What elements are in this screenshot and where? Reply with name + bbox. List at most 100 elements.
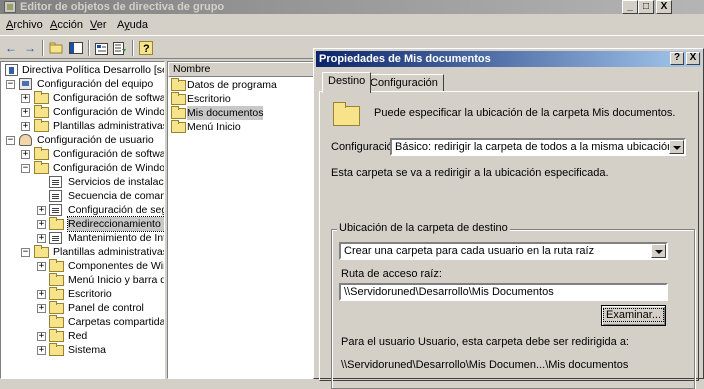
expand-icon[interactable]: + (21, 108, 30, 117)
gpedit-icon (4, 1, 16, 13)
location-select[interactable]: Crear una carpeta para cada usuario en l… (339, 242, 668, 260)
policy-tree: Directiva Política Desarrollo [servido −… (0, 61, 165, 379)
up-folder-icon[interactable] (48, 40, 64, 56)
properties-dialog: Propiedades de Mis documentos ? X Destin… (313, 48, 704, 389)
expand-icon[interactable]: + (21, 94, 30, 103)
group-title: Ubicación de la carpeta de destino (337, 222, 510, 234)
tree-item-start-menu-taskbar[interactable]: Menú Inicio y barra de (49, 273, 164, 287)
folder-icon (333, 102, 360, 126)
description-text: Puede especificar la ubicación de la car… (374, 107, 676, 119)
expand-icon[interactable]: + (37, 290, 46, 299)
list-item[interactable]: Datos de programa (170, 78, 310, 92)
expand-icon[interactable]: + (37, 346, 46, 355)
tree-item-network[interactable]: + Red (37, 329, 164, 343)
computer-icon (19, 78, 32, 90)
expand-icon[interactable]: + (37, 332, 46, 341)
help-button[interactable]: ? (670, 52, 684, 65)
tree-item-system[interactable]: + Sistema (37, 343, 164, 357)
document-icon (49, 190, 62, 202)
tree-item-admin-templates[interactable]: + Plantillas administrativas (21, 119, 164, 133)
tree-item-software-settings[interactable]: + Configuración de software (21, 91, 164, 105)
tree-item-security-settings[interactable]: + Configuración de segur (37, 203, 164, 217)
toolbar-separator (42, 40, 44, 56)
details-list: Nombre Datos de programa Escritorio Mis … (167, 61, 314, 379)
expand-icon[interactable]: + (37, 234, 46, 243)
root-path-input[interactable]: \\Servidoruned\Desarrollo\Mis Documentos (339, 283, 668, 301)
tree-item-windows-components[interactable]: + Componentes de Windo (37, 259, 164, 273)
list-item[interactable]: Mis documentos (170, 106, 310, 120)
menu-archivo[interactable]: Archivo (6, 19, 43, 31)
user-icon (19, 134, 32, 146)
toolbar-separator (132, 40, 134, 56)
folder-icon (34, 105, 49, 118)
tree-item-windows-settings[interactable]: + Configuración de Windows (21, 105, 164, 119)
folder-icon (34, 245, 49, 258)
list-item[interactable]: Escritorio (170, 92, 310, 106)
folder-icon (49, 259, 64, 272)
collapse-icon[interactable]: − (6, 136, 15, 145)
chevron-down-icon[interactable] (669, 140, 684, 154)
expand-icon[interactable]: + (21, 122, 30, 131)
tree-item-ie-maintenance[interactable]: + Mantenimiento de Inter (37, 231, 164, 245)
dialog-close-button[interactable]: X (686, 52, 700, 65)
maximize-button[interactable]: □ (638, 0, 654, 14)
expand-icon[interactable]: + (37, 206, 46, 215)
expand-icon[interactable]: + (21, 150, 30, 159)
folder-icon (171, 106, 186, 119)
example-label: Para el usuario Usuario, esta carpeta de… (341, 336, 629, 348)
expand-icon[interactable]: + (37, 220, 46, 229)
tree-item-user-config[interactable]: − Configuración de usuario (6, 133, 164, 147)
tree-item-scripts[interactable]: Secuencia de comandos (49, 189, 164, 203)
location-select-value: Crear una carpeta para cada usuario en l… (344, 245, 595, 257)
show-tree-icon[interactable] (68, 40, 84, 56)
menu-ver[interactable]: Ver (90, 19, 107, 31)
close-button[interactable]: X (656, 0, 672, 14)
expand-icon[interactable]: + (37, 262, 46, 271)
arrow-left-icon[interactable]: ← (3, 40, 19, 56)
minimize-button[interactable]: _ (622, 0, 638, 14)
tab-destino[interactable]: Destino (322, 72, 372, 93)
dialog-titlebar: Propiedades de Mis documentos (316, 51, 701, 67)
list-item[interactable]: Menú Inicio (170, 120, 310, 134)
dialog-title: Propiedades de Mis documentos (319, 53, 491, 65)
export-list-icon[interactable] (112, 40, 128, 56)
folder-icon (171, 120, 186, 133)
folder-icon (34, 119, 49, 132)
root-path-label: Ruta de acceso raíz: (341, 268, 442, 280)
document-icon (49, 176, 62, 188)
tree-item-user-windows-settings[interactable]: − Configuración de Windows (21, 161, 164, 175)
chevron-down-icon[interactable] (651, 244, 666, 258)
toolbar-separator (88, 40, 90, 56)
config-select[interactable]: Básico: redirigir la carpeta de todos a … (390, 138, 686, 156)
example-path: \\Servidoruned\Desarrollo\Mis Documen...… (341, 359, 629, 371)
tree-item-computer-config[interactable]: − Configuración del equipo (6, 77, 164, 91)
tree-item-desktop[interactable]: + Escritorio (37, 287, 164, 301)
collapse-icon[interactable]: − (6, 80, 15, 89)
security-icon (49, 204, 62, 216)
tree-item-install-services[interactable]: Servicios de instalación (49, 175, 164, 189)
collapse-icon[interactable]: − (21, 164, 30, 173)
column-header-name[interactable]: Nombre (168, 62, 313, 77)
collapse-icon[interactable]: − (21, 248, 30, 257)
menu-ayuda[interactable]: Ayuda (117, 19, 148, 31)
folder-icon (49, 301, 64, 314)
browse-button[interactable]: Examinar... (601, 305, 666, 326)
folder-icon (49, 273, 64, 286)
tree-item-folder-redirection[interactable]: + Redireccionamiento de (37, 216, 164, 232)
folder-icon (34, 147, 49, 160)
tab-configuracion[interactable]: Configuración (364, 74, 444, 92)
expand-icon[interactable]: + (37, 304, 46, 313)
help-icon[interactable]: ? (138, 40, 154, 56)
tree-item-control-panel[interactable]: + Panel de control (37, 301, 164, 315)
folder-icon (49, 287, 64, 300)
policy-icon (5, 64, 18, 76)
tree-item-user-software-settings[interactable]: + Configuración de software (21, 147, 164, 161)
tree-item-shared-folders[interactable]: Carpetas compartidas (49, 315, 164, 329)
window-title: Editor de objetos de directiva de grupo (20, 1, 225, 13)
svg-text:?: ? (143, 43, 150, 55)
tree-item-user-admin-templates[interactable]: − Plantillas administrativas (21, 245, 164, 259)
properties-icon[interactable] (94, 40, 110, 56)
tree-root[interactable]: Directiva Política Desarrollo [servido (3, 63, 164, 77)
arrow-right-icon[interactable]: → (22, 40, 38, 56)
menu-accion[interactable]: Acción (50, 19, 83, 31)
